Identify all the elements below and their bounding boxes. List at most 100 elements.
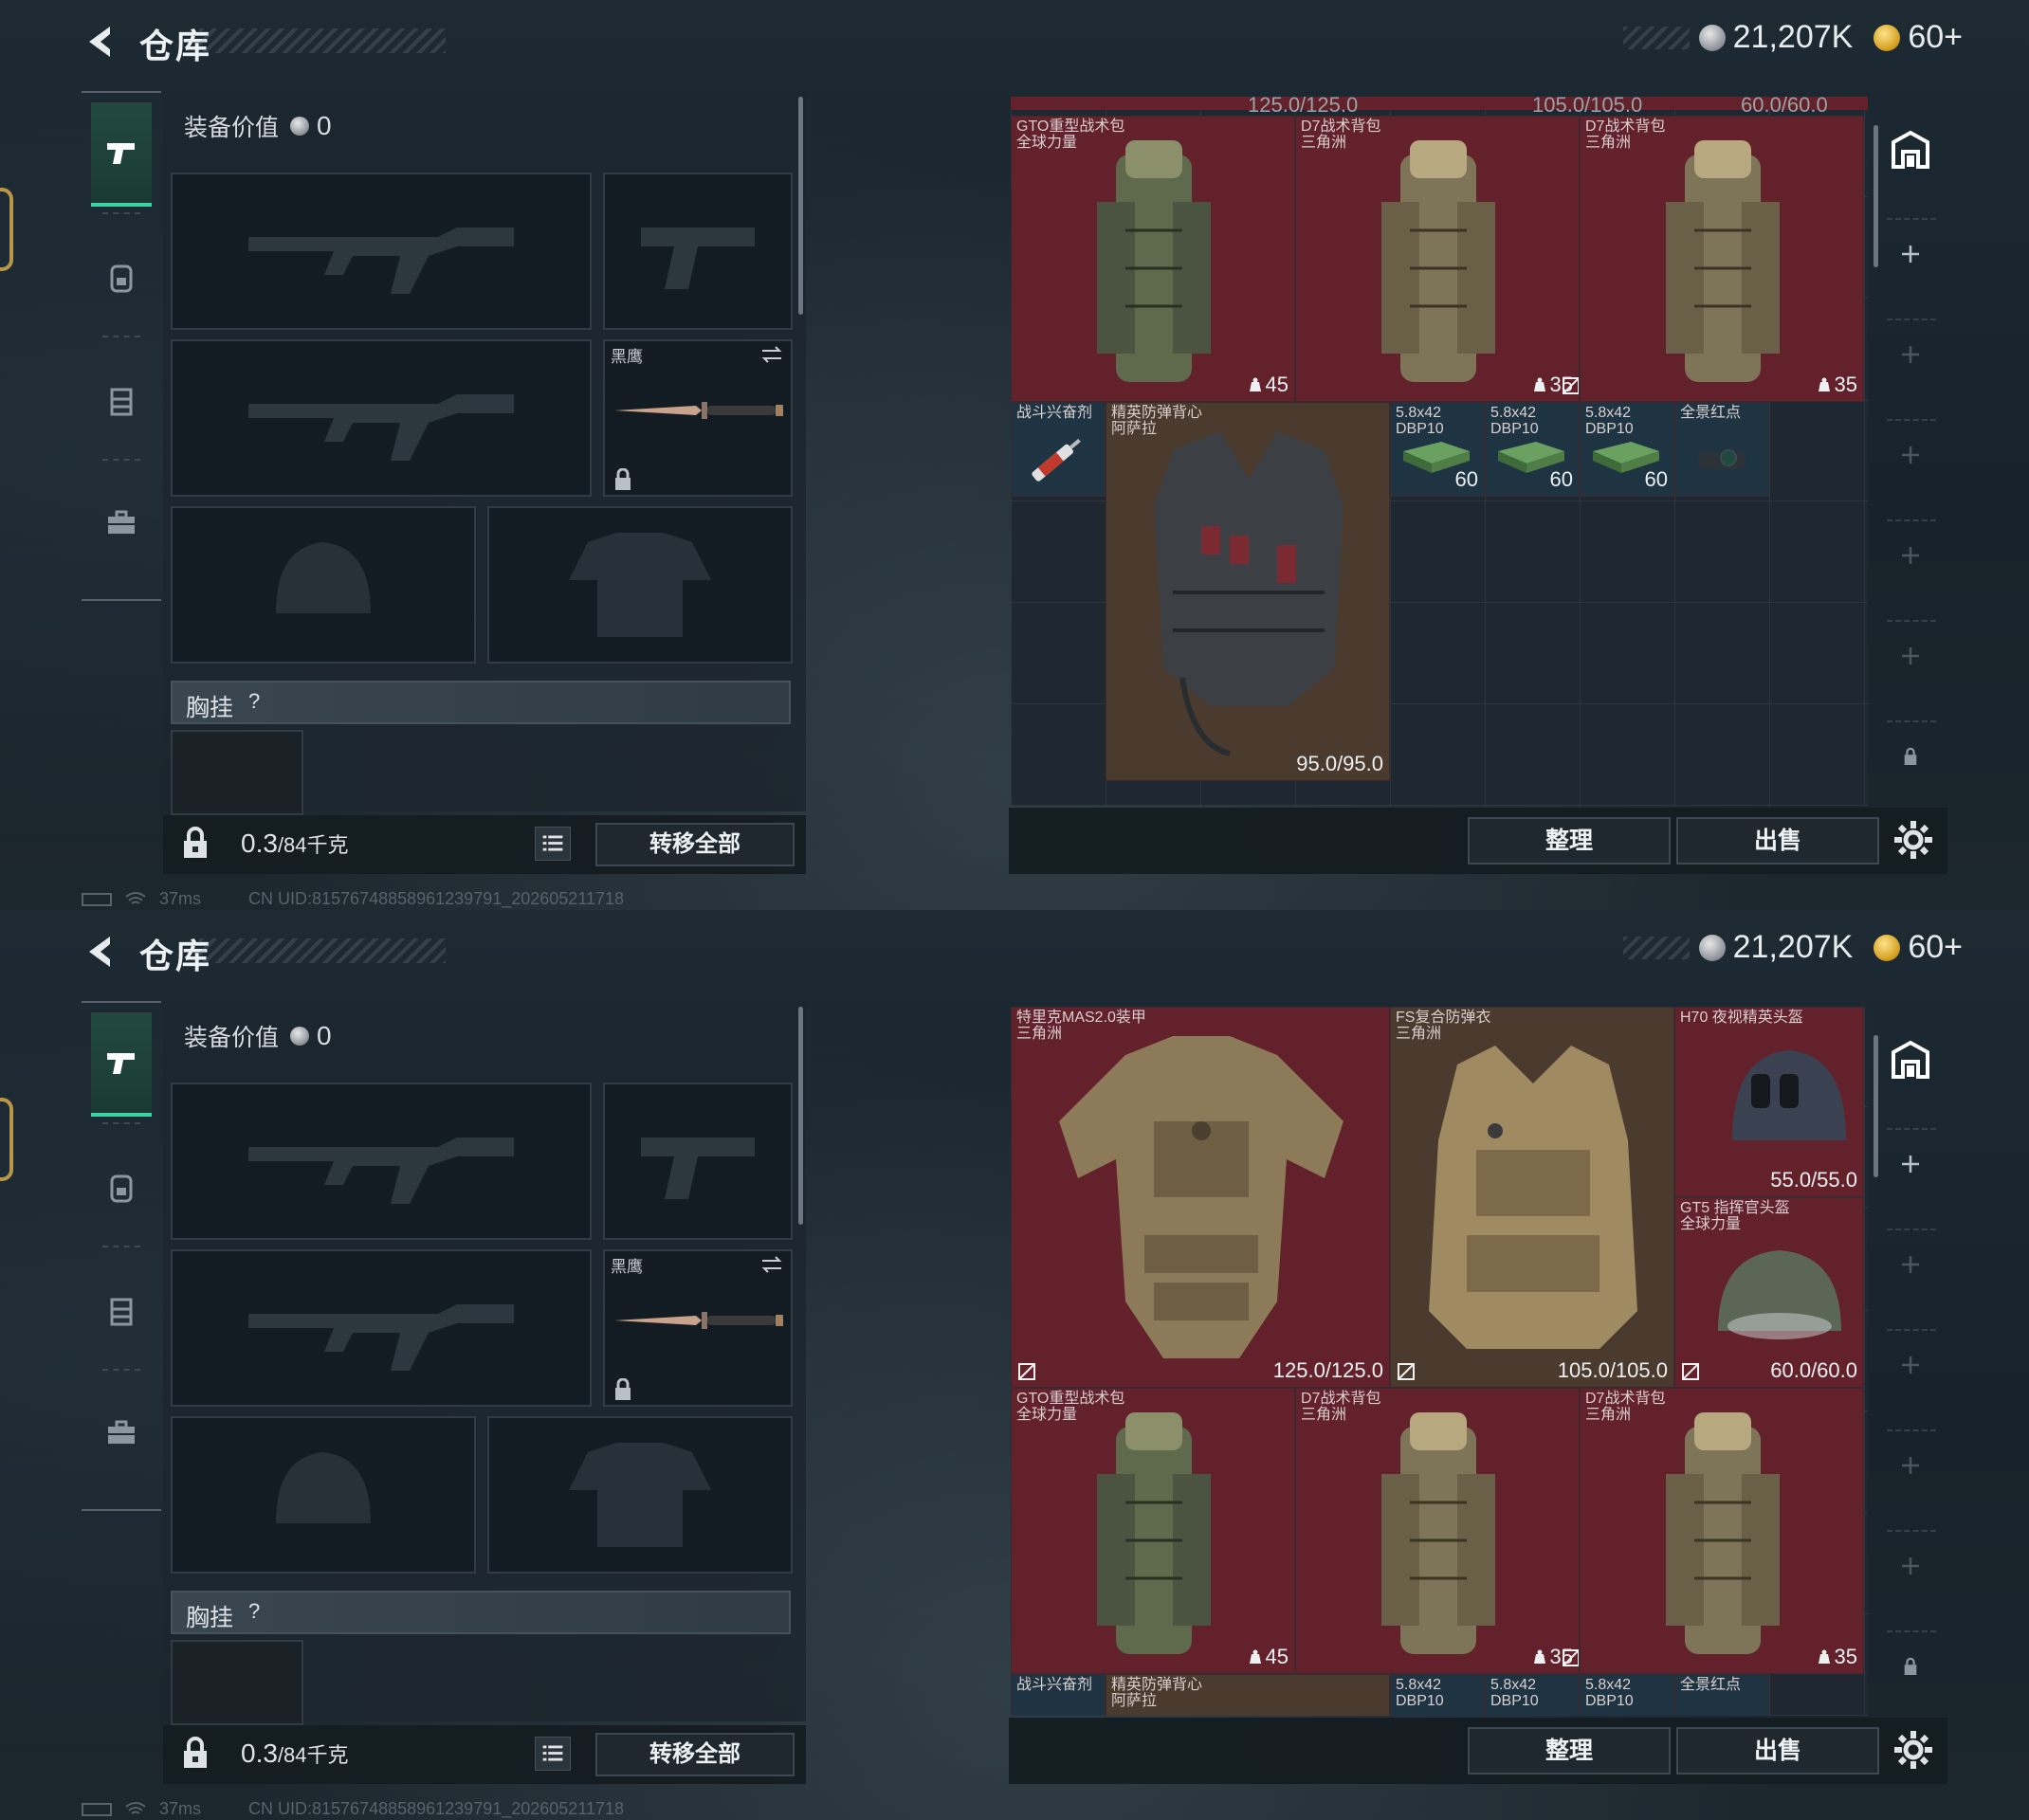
- transfer-all-button[interactable]: 转移全部: [595, 823, 795, 866]
- inventory-item-backpack[interactable]: GTO重型战术包 全球力量 45: [1011, 116, 1295, 402]
- melee-name: 黑鹰: [611, 348, 643, 366]
- transfer-all-button[interactable]: 转移全部: [595, 1733, 795, 1776]
- inventory-item-helmet[interactable]: GT5 指挥官头盔 全球力量 60.0/60.0: [1674, 1197, 1864, 1388]
- item-name: 5.8x42: [1490, 405, 1537, 421]
- swap-icon[interactable]: [759, 1255, 785, 1274]
- nav-weapons[interactable]: [91, 102, 152, 207]
- nav-rig[interactable]: [91, 349, 152, 453]
- chest-rig-slot[interactable]: [171, 1640, 303, 1725]
- inventory-item-ammo[interactable]: 5.8x42 DBP10 60: [1580, 402, 1674, 497]
- inventory-item-armor[interactable]: 特里克MAS2.0装甲 三角洲 125.0/125.0: [1011, 1007, 1390, 1388]
- sell-button[interactable]: 出售: [1676, 817, 1879, 864]
- primary-weapon-slot[interactable]: [171, 173, 592, 330]
- item-name: GT5 指挥官头盔: [1680, 1200, 1790, 1216]
- inventory-item-vest[interactable]: 精英防弹背心 阿萨拉 95.0/95.0: [1106, 402, 1390, 781]
- inventory-item-helmet[interactable]: H70 夜视精英头盔 55.0/55.0: [1674, 1007, 1864, 1197]
- nav-toolkit[interactable]: [91, 1380, 152, 1484]
- sell-button[interactable]: 出售: [1676, 1727, 1879, 1774]
- backpack-icon: [1666, 140, 1780, 382]
- armor-slot[interactable]: [487, 1416, 793, 1574]
- sort-button[interactable]: 整理: [1468, 817, 1671, 864]
- add-stash-page-button[interactable]: [1883, 1337, 1938, 1393]
- item-name: 5.8x42: [1396, 1677, 1442, 1693]
- stash-scrollbar[interactable]: [1874, 125, 1878, 267]
- inventory-item-ammo[interactable]: 5.8x42 DBP10: [1485, 1674, 1580, 1716]
- nav-toolkit[interactable]: [91, 470, 152, 574]
- inventory-item-ammo[interactable]: 5.8x42 DBP10: [1580, 1674, 1674, 1716]
- inventory-item-ammo[interactable]: 5.8x42 DBP10: [1390, 1674, 1485, 1716]
- nav-gear[interactable]: [91, 1136, 152, 1240]
- equipment-scrollbar[interactable]: [798, 1007, 803, 1225]
- settings-gear-icon[interactable]: [1891, 817, 1936, 863]
- sidearm-slot[interactable]: [603, 1083, 793, 1240]
- silver-coin-icon: [290, 1027, 310, 1046]
- inventory-item-backpack[interactable]: GTO重型战术包 全球力量 45: [1011, 1388, 1295, 1674]
- inventory-item-ammo[interactable]: 5.8x42 DBP10 60: [1390, 402, 1485, 497]
- stash-sidebar: [1874, 1007, 1947, 1716]
- lock-icon[interactable]: [178, 827, 212, 861]
- inventory-item-armor[interactable]: FS复合防弹衣 三角洲 105.0/105.0: [1390, 1007, 1674, 1388]
- stash-home-button[interactable]: [1883, 1031, 1938, 1088]
- add-stash-page-button[interactable]: [1883, 1538, 1938, 1594]
- add-stash-page-button[interactable]: [1883, 326, 1938, 383]
- locked-stash-page: [1883, 1638, 1938, 1695]
- back-button[interactable]: [82, 21, 123, 63]
- inventory-item-vest[interactable]: 精英防弹背心 阿萨拉: [1106, 1674, 1390, 1716]
- inventory-item-ammo[interactable]: 5.8x42 DBP10 60: [1485, 402, 1580, 497]
- stash-grid: 125.0/125.0 105.0/105.0 60.0/60.0 GTO重型战…: [1011, 97, 1868, 806]
- item-name: H70 夜视精英头盔: [1680, 1010, 1803, 1026]
- swap-icon[interactable]: [759, 345, 785, 364]
- nav-rig[interactable]: [91, 1259, 152, 1363]
- currency-display: 21,207K 60+: [1622, 929, 1963, 966]
- stash-home-button[interactable]: [1883, 121, 1938, 178]
- inventory-item-stimulant[interactable]: 战斗兴奋剂: [1011, 402, 1106, 497]
- inventory-item-backpack[interactable]: D7战术背包 三角洲 35: [1580, 1388, 1864, 1674]
- add-stash-page-button[interactable]: [1883, 1236, 1938, 1293]
- add-stash-page-button[interactable]: [1883, 628, 1938, 684]
- help-icon[interactable]: ?: [248, 689, 260, 714]
- stash-footer: 整理 出售: [1009, 1718, 1947, 1784]
- syringe-icon: [1032, 438, 1081, 482]
- sidearm-slot[interactable]: [603, 173, 793, 330]
- add-stash-page-button[interactable]: [1883, 1437, 1938, 1494]
- settings-gear-icon[interactable]: [1891, 1727, 1936, 1773]
- helmet-slot[interactable]: [171, 506, 476, 664]
- back-arrow-icon: [89, 27, 110, 57]
- secondary-weapon-slot[interactable]: [171, 1249, 592, 1407]
- list-view-button[interactable]: [535, 1737, 571, 1771]
- add-stash-page-button[interactable]: [1883, 1136, 1938, 1192]
- add-stash-page-button[interactable]: [1883, 527, 1938, 584]
- vest-icon: [110, 388, 133, 416]
- sort-button[interactable]: 整理: [1468, 1727, 1671, 1774]
- melee-slot[interactable]: 黑鹰: [603, 1249, 793, 1407]
- primary-weapon-slot[interactable]: [171, 1083, 592, 1240]
- item-faction: 三角洲: [1301, 135, 1347, 151]
- inventory-item-backpack[interactable]: D7战术背包 三角洲 35: [1295, 116, 1580, 402]
- inventory-item-sight[interactable]: 全景红点: [1674, 402, 1769, 497]
- inventory-item-backpack[interactable]: D7战术背包 三角洲 35: [1580, 116, 1864, 402]
- armor-slot[interactable]: [487, 506, 793, 664]
- list-view-button[interactable]: [535, 827, 571, 861]
- melee-slot[interactable]: 黑鹰: [603, 339, 793, 497]
- help-icon[interactable]: ?: [248, 1599, 260, 1624]
- back-button[interactable]: [82, 931, 123, 973]
- stash-scrollbar[interactable]: [1874, 1035, 1878, 1177]
- helmet-slot[interactable]: [171, 1416, 476, 1574]
- nav-weapons[interactable]: [91, 1012, 152, 1117]
- inventory-item-backpack[interactable]: D7战术背包 三角洲 35: [1295, 1388, 1580, 1674]
- nav-gear[interactable]: [91, 226, 152, 330]
- weight-icon: [1818, 1649, 1830, 1664]
- inventory-item-stimulant[interactable]: 战斗兴奋剂: [1011, 1674, 1106, 1716]
- item-durability: 125.0/125.0: [1272, 1358, 1383, 1382]
- secondary-weapon-slot[interactable]: [171, 339, 592, 497]
- item-faction: 全球力量: [1016, 1407, 1078, 1423]
- add-stash-page-button[interactable]: [1883, 226, 1938, 282]
- equipment-scrollbar[interactable]: [798, 97, 803, 315]
- inventory-item-sight[interactable]: 全景红点: [1674, 1674, 1769, 1716]
- equipment-value: 装备价值 0: [184, 1020, 332, 1052]
- carry-weight: 0.3/84千克: [241, 828, 349, 859]
- add-stash-page-button[interactable]: [1883, 427, 1938, 483]
- chest-rig-label: 胸挂: [186, 695, 234, 721]
- lock-icon[interactable]: [178, 1737, 212, 1771]
- chest-rig-slot[interactable]: [171, 730, 303, 815]
